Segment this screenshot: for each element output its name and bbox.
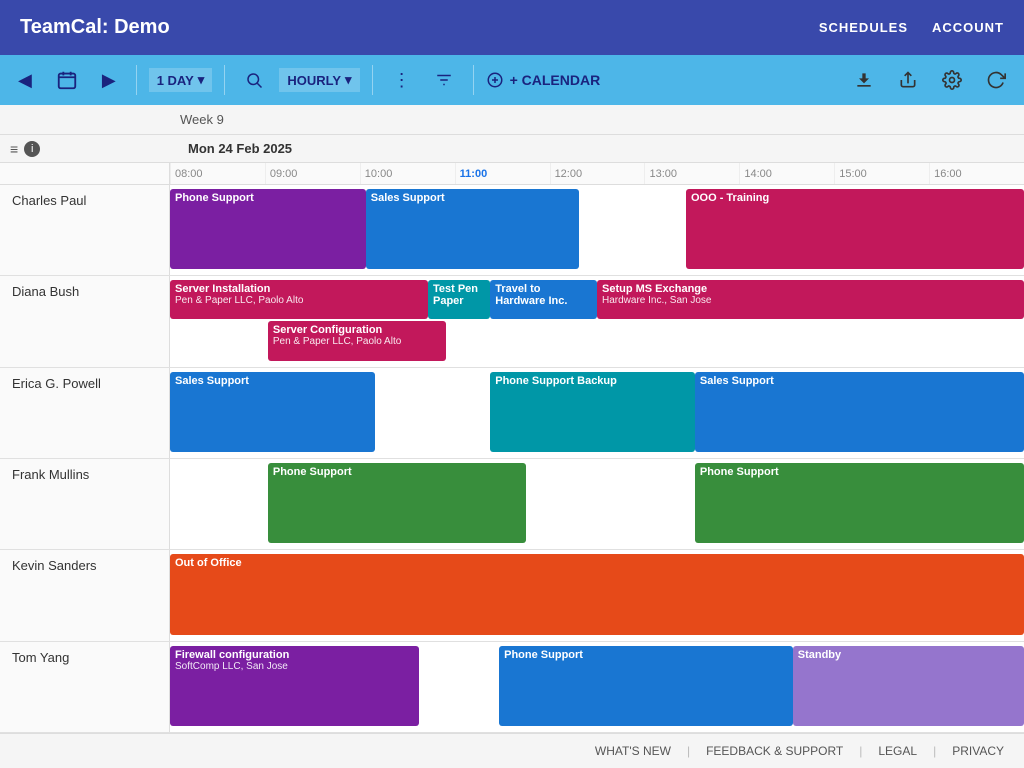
event-5-2[interactable]: Standby bbox=[793, 646, 1024, 726]
time-slot-11:00: 11:00 bbox=[455, 163, 550, 184]
person-label-5: Tom Yang bbox=[0, 642, 170, 732]
person-label-3: Frank Mullins bbox=[0, 459, 170, 549]
date-row: ≡ i Mon 24 Feb 2025 bbox=[0, 135, 1024, 163]
nav-account[interactable]: ACCOUNT bbox=[932, 20, 1004, 35]
divider-1 bbox=[136, 65, 137, 95]
person-label-0: Charles Paul bbox=[0, 185, 170, 275]
toolbar-right-actions bbox=[846, 66, 1014, 94]
week-label: Week 9 bbox=[180, 112, 224, 127]
event-1-3[interactable]: Setup MS ExchangeHardware Inc., San Jose bbox=[597, 280, 1024, 319]
day-view-select[interactable]: 1 DAY ▾ bbox=[149, 68, 213, 92]
events-area-3: Phone Support Phone Support bbox=[170, 459, 1024, 549]
time-slot-08:00: 08:00 bbox=[170, 163, 265, 184]
divider-2 bbox=[224, 65, 225, 95]
add-calendar-button[interactable]: + CALENDAR bbox=[486, 71, 601, 89]
prev-button[interactable]: ◀ bbox=[10, 66, 40, 95]
download-button[interactable] bbox=[846, 66, 882, 94]
event-1-2[interactable]: Travel to Hardware Inc. bbox=[490, 280, 597, 319]
event-5-1[interactable]: Phone Support bbox=[499, 646, 793, 726]
events-area-0: Phone SupportSales Support OOO - Training bbox=[170, 185, 1024, 275]
person-label-4: Kevin Sanders bbox=[0, 550, 170, 640]
grid-row-2: Erica G. PowellSales SupportPhone Suppor… bbox=[0, 368, 1024, 459]
current-date: Mon 24 Feb 2025 bbox=[188, 141, 292, 156]
events-area-4: Out of Office bbox=[170, 550, 1024, 640]
events-area-5: Firewall configurationSoftComp LLC, San … bbox=[170, 642, 1024, 732]
event-5-0[interactable]: Firewall configurationSoftComp LLC, San … bbox=[170, 646, 419, 726]
footer-privacy[interactable]: PRIVACY bbox=[952, 744, 1004, 758]
time-slot-16:00: 16:00 bbox=[929, 163, 1024, 184]
week-header: Week 9 bbox=[0, 105, 1024, 135]
event-4-0[interactable]: Out of Office bbox=[170, 554, 1024, 634]
time-header: 08:0009:0010:0011:0012:0013:0014:0015:00… bbox=[0, 163, 1024, 185]
info-icon[interactable]: i bbox=[24, 141, 40, 157]
time-header-spacer bbox=[0, 163, 170, 184]
event-0-0[interactable]: Phone Support bbox=[170, 189, 366, 269]
time-slots-header: 08:0009:0010:0011:0012:0013:0014:0015:00… bbox=[170, 163, 1024, 184]
filter-lines-icon[interactable]: ≡ bbox=[10, 141, 18, 157]
grid-row-0: Charles PaulPhone SupportSales Support OO… bbox=[0, 185, 1024, 276]
today-button[interactable] bbox=[48, 65, 86, 95]
more-button[interactable]: ⋮ bbox=[385, 66, 419, 95]
footer-whats-new[interactable]: WHAT'S NEW bbox=[595, 744, 671, 758]
hourly-view-select[interactable]: HOURLY ▾ bbox=[279, 68, 359, 92]
grid-row-3: Frank Mullins Phone Support Phone Support bbox=[0, 459, 1024, 550]
time-slot-10:00: 10:00 bbox=[360, 163, 455, 184]
event-1-4[interactable]: Server ConfigurationPen & Paper LLC, Pao… bbox=[268, 321, 446, 360]
calendar-grid: Charles PaulPhone SupportSales SupportOO… bbox=[0, 185, 1024, 733]
nav-schedules[interactable]: SCHEDULES bbox=[819, 20, 908, 35]
next-button[interactable]: ▶ bbox=[94, 66, 124, 95]
time-slot-15:00: 15:00 bbox=[834, 163, 929, 184]
event-3-1[interactable]: Phone Support bbox=[695, 463, 1024, 543]
app-title-area: TeamCal: Demo bbox=[20, 16, 170, 39]
share-button[interactable] bbox=[890, 66, 926, 94]
event-1-0[interactable]: Server InstallationPen & Paper LLC, Paol… bbox=[170, 280, 428, 319]
filter-button[interactable] bbox=[427, 67, 461, 93]
top-nav: SCHEDULES ACCOUNT bbox=[819, 20, 1004, 35]
time-slot-13:00: 13:00 bbox=[644, 163, 739, 184]
divider-3 bbox=[372, 65, 373, 95]
person-label-2: Erica G. Powell bbox=[0, 368, 170, 458]
event-2-1[interactable]: Phone Support Backup bbox=[490, 372, 695, 452]
events-area-2: Sales SupportPhone Support BackupSales S… bbox=[170, 368, 1024, 458]
search-icon-btn[interactable] bbox=[237, 67, 271, 93]
footer-legal[interactable]: LEGAL bbox=[878, 744, 917, 758]
person-label-1: Diana Bush bbox=[0, 276, 170, 366]
calendar-container: Week 9 ≡ i Mon 24 Feb 2025 08:0009:0010:… bbox=[0, 105, 1024, 733]
grid-row-1: Diana BushServer InstallationPen & Paper… bbox=[0, 276, 1024, 367]
event-3-0[interactable]: Phone Support bbox=[268, 463, 526, 543]
grid-row-4: Kevin SandersOut of Office bbox=[0, 550, 1024, 641]
event-1-1[interactable]: Test Pen Paper bbox=[428, 280, 490, 319]
events-area-1: Server InstallationPen & Paper LLC, Paol… bbox=[170, 276, 1024, 366]
app-title: TeamCal: Demo bbox=[20, 16, 170, 39]
time-slot-12:00: 12:00 bbox=[550, 163, 645, 184]
toolbar: ◀ ▶ 1 DAY ▾ HOURLY ▾ ⋮ + CALENDAR bbox=[0, 55, 1024, 105]
event-0-1[interactable]: Sales Support bbox=[366, 189, 580, 269]
refresh-button[interactable] bbox=[978, 66, 1014, 94]
settings-button[interactable] bbox=[934, 66, 970, 94]
footer-feedback[interactable]: FEEDBACK & SUPPORT bbox=[706, 744, 843, 758]
footer: WHAT'S NEW | FEEDBACK & SUPPORT | LEGAL … bbox=[0, 733, 1024, 768]
event-0-2[interactable]: OOO - Training bbox=[686, 189, 1024, 269]
divider-4 bbox=[473, 65, 474, 95]
top-bar: TeamCal: Demo SCHEDULES ACCOUNT bbox=[0, 0, 1024, 55]
event-2-2[interactable]: Sales Support bbox=[695, 372, 1024, 452]
time-slot-09:00: 09:00 bbox=[265, 163, 360, 184]
event-2-0[interactable]: Sales Support bbox=[170, 372, 375, 452]
time-slot-14:00: 14:00 bbox=[739, 163, 834, 184]
grid-row-5: Tom YangFirewall configurationSoftComp L… bbox=[0, 642, 1024, 733]
